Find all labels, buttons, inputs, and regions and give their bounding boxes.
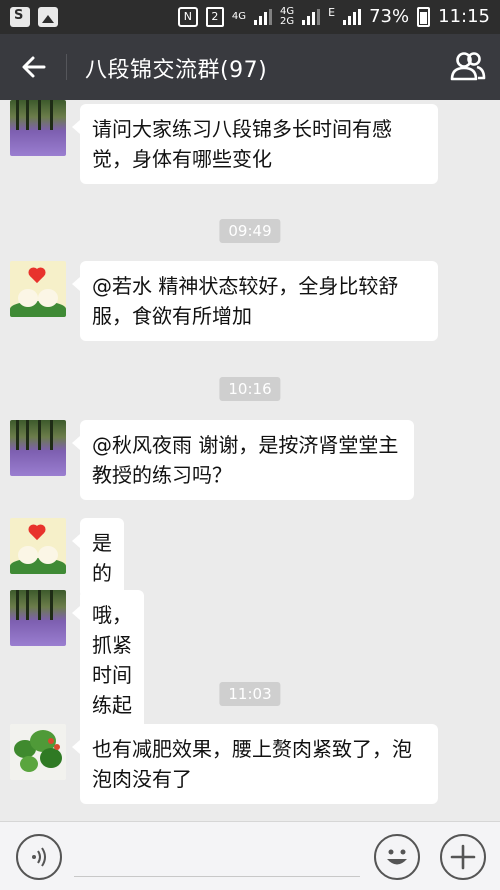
signal-icon-c [343,8,362,25]
back-arrow-icon[interactable] [18,51,50,83]
network-type-b: 4G 2G [280,5,295,27]
message-item: 请问大家练习八段锦多长时间有感觉，身体有哪些变化 [10,100,438,184]
message-item: @若水 精神状态较好，全身比较舒服，食欲有所增加 [10,261,438,341]
avatar-lavender[interactable] [10,100,66,156]
message-item: @秋风夜雨 谢谢，是按济肾堂堂主教授的练习吗？ [10,420,414,500]
network-type-a: 4G [231,10,247,22]
battery-percent: 73% [369,6,410,27]
avatar-lavender[interactable] [10,420,66,476]
group-members-icon[interactable] [450,50,486,84]
signal-icon-b [302,8,321,25]
message-bubble[interactable]: 也有减肥效果，腰上赘肉紧致了，泡泡肉没有了 [72,724,438,804]
message-item: 是的 [10,518,124,598]
data-type-label: E [328,6,336,19]
avatar-couple[interactable] [10,261,66,317]
message-item: 也有减肥效果，腰上赘肉紧致了，泡泡肉没有了 [10,724,438,804]
message-bubble[interactable]: 请问大家练习八段锦多长时间有感觉，身体有哪些变化 [72,104,438,184]
nfc-icon: N [177,6,198,27]
header-divider [66,54,67,80]
system-indicators: N 2 4G 4G 2G E 73% 11:15 [177,5,490,27]
timestamp: 10:16 [219,377,281,401]
status-bar: N 2 4G 4G 2G E 73% 11:15 [0,0,500,34]
timestamp: 11:03 [219,682,281,706]
message-item: 哦，抓紧时间练起来 [10,590,144,760]
message-bubble[interactable]: @若水 精神状态较好，全身比较舒服，食欲有所增加 [72,261,438,341]
message-bubble[interactable]: 是的 [72,518,124,598]
avatar-couple[interactable] [10,518,66,574]
signal-icon-a [254,8,273,25]
chat-title: 八段锦交流群(97) [85,58,268,83]
timestamp: 09:49 [219,219,281,243]
image-notification-icon [38,7,58,27]
battery-icon [417,6,431,27]
voice-icon[interactable] [16,834,62,880]
message-list[interactable]: 请问大家练习八段锦多长时间有感觉，身体有哪些变化 09:49 @若水 精神状态较… [0,100,500,821]
chat-header: 八段锦交流群(97) [0,34,500,100]
plus-icon[interactable] [440,834,486,880]
app-notification-icon [10,7,30,27]
message-input[interactable] [74,876,360,877]
notification-icons [10,7,58,27]
sim-icon: 2 [205,6,224,27]
avatar-lavender[interactable] [10,590,66,646]
input-bar [0,821,500,890]
avatar-plant[interactable] [10,724,66,780]
emoji-icon[interactable] [374,834,420,880]
clock: 11:15 [438,6,490,27]
message-bubble[interactable]: @秋风夜雨 谢谢，是按济肾堂堂主教授的练习吗？ [72,420,414,500]
